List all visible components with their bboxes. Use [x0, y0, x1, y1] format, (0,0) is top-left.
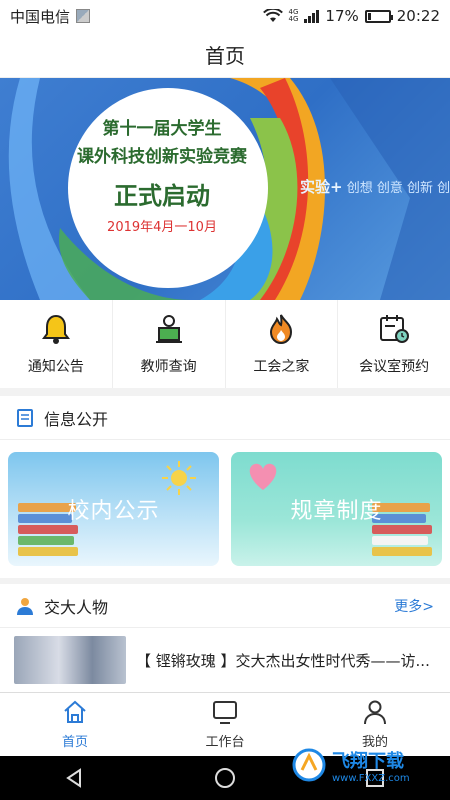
clock: 20:22 — [396, 7, 440, 25]
article-title: 【 铿锵玫瑰 】交大杰出女性时代秀——访... — [136, 651, 430, 670]
bell-icon — [41, 314, 70, 344]
watermark-url: www.FXXZ.com — [332, 772, 410, 784]
back-icon[interactable] — [64, 767, 86, 789]
sim-icon — [76, 9, 91, 23]
section-title: 交大人物 — [44, 597, 109, 617]
quick-item-notice[interactable]: 通知公告 — [0, 300, 113, 388]
banner-carousel[interactable]: 第十一届大学生 课外科技创新实验竞赛 正式启动 2019年4月一10月 实验+ … — [0, 78, 450, 300]
banner-slogan-tail: 创想 创意 创新 创造 — [346, 181, 450, 196]
card-label: 校内公示 — [67, 499, 160, 524]
quick-label: 工会之家 — [253, 359, 310, 375]
section-header-people: 交大人物 更多> — [0, 584, 450, 628]
card-regulations[interactable]: 规章制度 — [231, 452, 442, 566]
article-item[interactable]: 【 铿锵玫瑰 】交大杰出女性时代秀——访... — [0, 628, 450, 692]
page-title: 首页 — [205, 44, 245, 68]
page-header: 首页 — [0, 32, 450, 78]
quick-label: 教师查询 — [140, 359, 197, 375]
battery-icon — [364, 9, 393, 23]
battery-fill — [367, 12, 371, 20]
card-label: 规章制度 — [290, 499, 383, 524]
flame-icon — [270, 314, 293, 345]
quick-item-union[interactable]: 工会之家 — [226, 300, 339, 388]
tab-workbench[interactable]: 工作台 — [150, 693, 300, 756]
quick-label: 通知公告 — [27, 359, 84, 375]
network-type: 4G 4G — [289, 9, 299, 23]
sun-icon — [162, 461, 196, 495]
article-thumbnail — [14, 636, 126, 684]
calendar-clock-icon — [380, 315, 410, 343]
status-right: 4G 4G 17% 20:22 — [262, 7, 440, 25]
network-label-bottom: 4G — [288, 15, 299, 23]
banner-line3: 正式启动 — [114, 182, 210, 210]
section-title: 信息公开 — [44, 409, 109, 429]
watermark-logo-icon — [292, 748, 326, 782]
tab-label: 首页 — [61, 735, 88, 750]
carrier-group: 中国电信 — [10, 6, 91, 27]
tab-home[interactable]: 首页 — [0, 693, 150, 756]
watermark-text: 飞翔下载 — [332, 750, 404, 772]
tab-label: 工作台 — [205, 735, 245, 750]
user-icon — [364, 700, 386, 725]
signal-icon — [304, 9, 320, 23]
quick-menu: 通知公告 教师查询 工会之家 会议室预约 — [0, 300, 450, 388]
home-icon — [64, 700, 86, 723]
banner-slogan: 实验+ 创想 创意 创新 创造 — [300, 176, 450, 197]
quick-item-teacher[interactable]: 教师查询 — [113, 300, 226, 388]
banner-slogan-main: 实验+ — [300, 178, 343, 196]
info-cards: 校内公示 规章制度 — [0, 440, 450, 578]
carrier-name: 中国电信 — [10, 7, 71, 26]
person-icon — [17, 597, 33, 615]
card-campus-notice[interactable]: 校内公示 — [8, 452, 219, 566]
book-icon — [17, 408, 33, 427]
status-bar: 中国电信 4G 4G 17% 20:22 — [0, 0, 450, 32]
monitor-icon — [213, 701, 237, 724]
battery-percent: 17% — [325, 7, 359, 25]
banner-line1: 第十一届大学生 — [102, 119, 222, 139]
banner-line2: 课外科技创新实验竞赛 — [77, 147, 247, 167]
quick-item-meeting-room[interactable]: 会议室预约 — [338, 300, 450, 388]
wifi-icon — [262, 9, 283, 22]
banner-date: 2019年4月一10月 — [107, 220, 217, 235]
heart-icon — [249, 463, 277, 490]
section-header-info: 信息公开 — [0, 396, 450, 440]
teacher-icon — [155, 315, 182, 343]
home-circle-icon[interactable] — [214, 767, 236, 789]
site-watermark: 飞翔下载 www.FXXZ.com — [292, 740, 442, 790]
quick-label: 会议室预约 — [359, 359, 430, 375]
more-link[interactable]: 更多> — [394, 596, 434, 616]
